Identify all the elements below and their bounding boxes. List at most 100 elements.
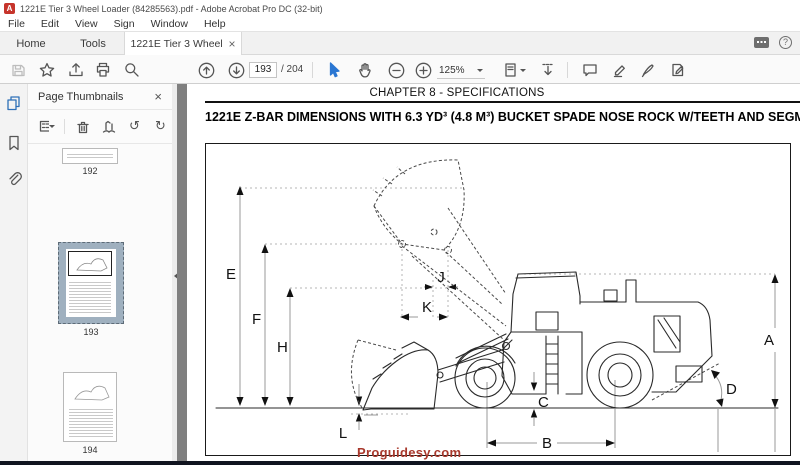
page-number-input[interactable]: 193 [249, 62, 277, 78]
tab-tools[interactable]: Tools [62, 32, 124, 55]
rotate-left-button[interactable]: ↺ [126, 118, 143, 135]
edit-page-icon [672, 63, 684, 77]
menu-window[interactable]: Window [143, 18, 196, 30]
printer-icon [96, 62, 110, 77]
window-title: 1221E Tier 3 Wheel Loader (84285563).pdf… [20, 3, 323, 14]
watermark: Proguidesy.com [357, 445, 462, 460]
page-view-dropdown[interactable] [499, 60, 529, 80]
highlight-button[interactable] [610, 60, 630, 80]
paperclip-icon [9, 172, 22, 186]
trash-icon [76, 121, 89, 133]
hand-icon [359, 63, 371, 78]
menu-file[interactable]: File [0, 18, 33, 30]
thumbnail-content [67, 152, 113, 160]
hand-tool-button[interactable] [355, 60, 375, 80]
toolbar-divider [312, 62, 313, 78]
dim-label-H: H [277, 339, 288, 356]
fit-width-icon [542, 63, 554, 76]
thumbnail-figure [68, 251, 112, 276]
tab-bar: Home Tools 1221E Tier 3 Wheel... × ? [0, 31, 800, 56]
thumbnail-page-194[interactable] [63, 372, 117, 442]
dim-label-F: F [252, 311, 261, 328]
fill-sign-button[interactable] [668, 60, 688, 80]
next-page-button[interactable] [226, 60, 246, 80]
navigation-pane-strip [0, 84, 28, 461]
insert-pages-icon [102, 120, 115, 133]
chevron-down-icon [477, 68, 483, 75]
chevron-down-icon [520, 68, 526, 75]
share-button[interactable] [66, 60, 86, 80]
panel-toolbar: ↺ ↻ [28, 110, 172, 144]
fit-width-button[interactable] [538, 60, 558, 80]
page-fit-icon [505, 63, 516, 77]
select-tool-button[interactable] [324, 60, 344, 80]
dim-label-E: E [226, 266, 236, 283]
thumbnail-page-192[interactable] [62, 148, 118, 164]
page-thumbnails-panel-button[interactable] [5, 94, 23, 112]
find-button[interactable] [122, 60, 142, 80]
pdf-page-193: CHAPTER 8 - SPECIFICATIONS 1221E Z-BAR D… [187, 84, 800, 461]
dim-label-D: D [726, 381, 737, 398]
chapter-header: CHAPTER 8 - SPECIFICATIONS [369, 87, 545, 99]
page-count-label: / 204 [281, 64, 304, 75]
window-bottom-edge [0, 461, 800, 465]
star-icon [39, 62, 55, 77]
options-list-icon [39, 120, 49, 132]
dim-label-A: A [764, 332, 774, 349]
comment-button[interactable] [580, 60, 600, 80]
zoom-level-value: 125% [439, 64, 465, 76]
thumbnail-table [69, 280, 111, 313]
delete-pages-button[interactable] [74, 118, 91, 135]
favorites-star-button[interactable] [37, 60, 57, 80]
save-icon [11, 64, 25, 76]
main-toolbar: 193 / 204 125% [0, 55, 800, 84]
thumbnail-figure [74, 385, 110, 401]
print-button[interactable] [93, 60, 113, 80]
insert-pages-button[interactable] [100, 118, 117, 135]
comment-bubble-icon [583, 64, 597, 77]
pointer-cursor-icon [329, 62, 340, 78]
menu-view[interactable]: View [67, 18, 106, 30]
thumbnail-list: 192 193 194 [28, 144, 172, 461]
sign-button[interactable] [638, 60, 658, 80]
attachments-panel-button[interactable] [5, 170, 23, 188]
thumbnail-page-193-selected[interactable] [58, 242, 124, 324]
document-canvas: CHAPTER 8 - SPECIFICATIONS 1221E Z-BAR D… [177, 84, 800, 461]
help-icon[interactable]: ? [779, 36, 792, 49]
zoom-out-button[interactable] [386, 60, 406, 80]
chevron-down-icon [49, 125, 55, 131]
plus-circle-icon [415, 62, 431, 78]
menu-help[interactable]: Help [196, 18, 234, 30]
zoom-in-button[interactable] [413, 60, 433, 80]
minus-circle-icon [388, 62, 404, 78]
notifications-bubble-icon[interactable] [754, 37, 769, 48]
highlighter-icon [613, 65, 625, 78]
thumbnail-label-194: 194 [82, 445, 98, 455]
panel-header: Page Thumbnails × [28, 84, 172, 110]
dim-label-J: J [437, 269, 445, 286]
chapter-rule [205, 101, 800, 103]
previous-page-button[interactable] [196, 60, 216, 80]
title-bar: A 1221E Tier 3 Wheel Loader (84285563).p… [0, 0, 800, 17]
arrow-down-circle-icon [228, 62, 244, 78]
menu-bar: File Edit View Sign Window Help [0, 17, 800, 31]
dim-label-L: L [339, 425, 347, 442]
thumbnail-options-button[interactable] [38, 118, 55, 135]
acrobat-app-icon: A [4, 3, 15, 14]
rotate-right-button[interactable]: ↻ [152, 118, 169, 135]
tab-document[interactable]: 1221E Tier 3 Wheel... × [124, 32, 242, 56]
bookmarks-panel-button[interactable] [5, 134, 23, 152]
save-button[interactable] [8, 60, 28, 80]
menu-sign[interactable]: Sign [106, 18, 143, 30]
thumbnail-page [66, 249, 116, 317]
bubble-dots [757, 41, 766, 43]
thumbnail-label-193: 193 [83, 327, 99, 337]
panel-close-icon[interactable]: × [154, 89, 162, 104]
arrow-up-circle-icon [198, 62, 214, 78]
menu-edit[interactable]: Edit [33, 18, 67, 30]
page-thumbnails-icon [7, 96, 20, 111]
zoom-level-dropdown[interactable]: 125% [437, 62, 485, 79]
tab-home[interactable]: Home [0, 32, 62, 55]
document-section-title: 1221E Z-BAR DIMENSIONS WITH 6.3 YD³ (4.8… [205, 110, 800, 124]
tab-close-icon[interactable]: × [228, 38, 235, 50]
